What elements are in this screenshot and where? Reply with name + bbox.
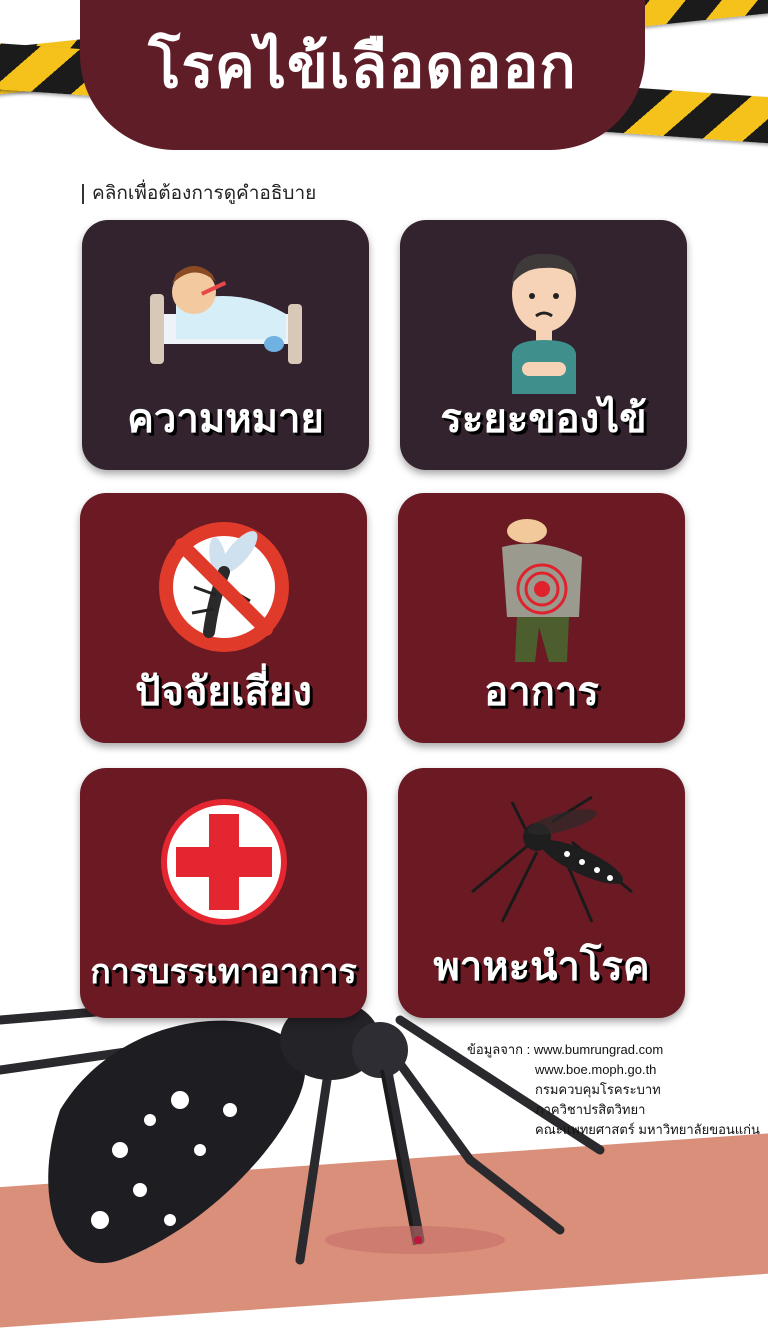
card-label: อาการ: [484, 670, 599, 714]
instruction-hint: คลิกเพื่อต้องการดูคำอธิบาย: [82, 178, 316, 208]
stomach-pain-icon: [501, 519, 582, 662]
hint-text: คลิกเพื่อต้องการดูคำอธิบาย: [92, 183, 317, 204]
card-symptom-relief[interactable]: การบรรเทาอาการ: [80, 768, 367, 1018]
source-line: กรมควบคุมโรคระบาท: [535, 1082, 661, 1097]
card-risk-factors[interactable]: ปัจจัยเสี่ยง: [80, 493, 367, 743]
card-disease-vector[interactable]: พาหะนำโรค: [398, 768, 685, 1018]
card-symptoms[interactable]: อาการ: [398, 493, 685, 743]
source-line: www.bumrungrad.com: [533, 1042, 664, 1057]
card-label: ความหมาย: [127, 397, 324, 441]
card-label: ระยะของไข้: [440, 397, 647, 441]
sources-block: ข้อมูลจาก : www.bumrungrad.com www.boe.m…: [467, 1040, 760, 1140]
page-title: โรคไข้เลือดออก: [148, 33, 577, 100]
card-fever-stages[interactable]: ระยะของไข้: [400, 220, 687, 470]
source-line: ภาควิชาปรสิตวิทยา: [535, 1102, 646, 1117]
worried-man-icon: [511, 253, 578, 394]
title-banner: โรคไข้เลือดออก: [80, 0, 645, 150]
source-line: www.boe.moph.go.th: [535, 1062, 657, 1077]
source-line: คณะแพทยศาสตร์ มหาวิทยาลัยขอนแก่น: [535, 1122, 760, 1137]
no-mosquito-icon: [158, 522, 289, 652]
card-label: การบรรเทาอาการ: [90, 953, 357, 991]
card-meaning[interactable]: ความหมาย: [82, 220, 369, 470]
card-label: พาหะนำโรค: [433, 945, 650, 989]
card-label: ปัจจัยเสี่ยง: [135, 670, 312, 714]
sources-prefix: ข้อมูลจาก :: [467, 1042, 534, 1057]
red-cross-icon: [160, 799, 287, 925]
divider: [82, 183, 84, 204]
mosquito-icon: [470, 795, 633, 923]
sick-child-in-bed-icon: [149, 266, 302, 364]
